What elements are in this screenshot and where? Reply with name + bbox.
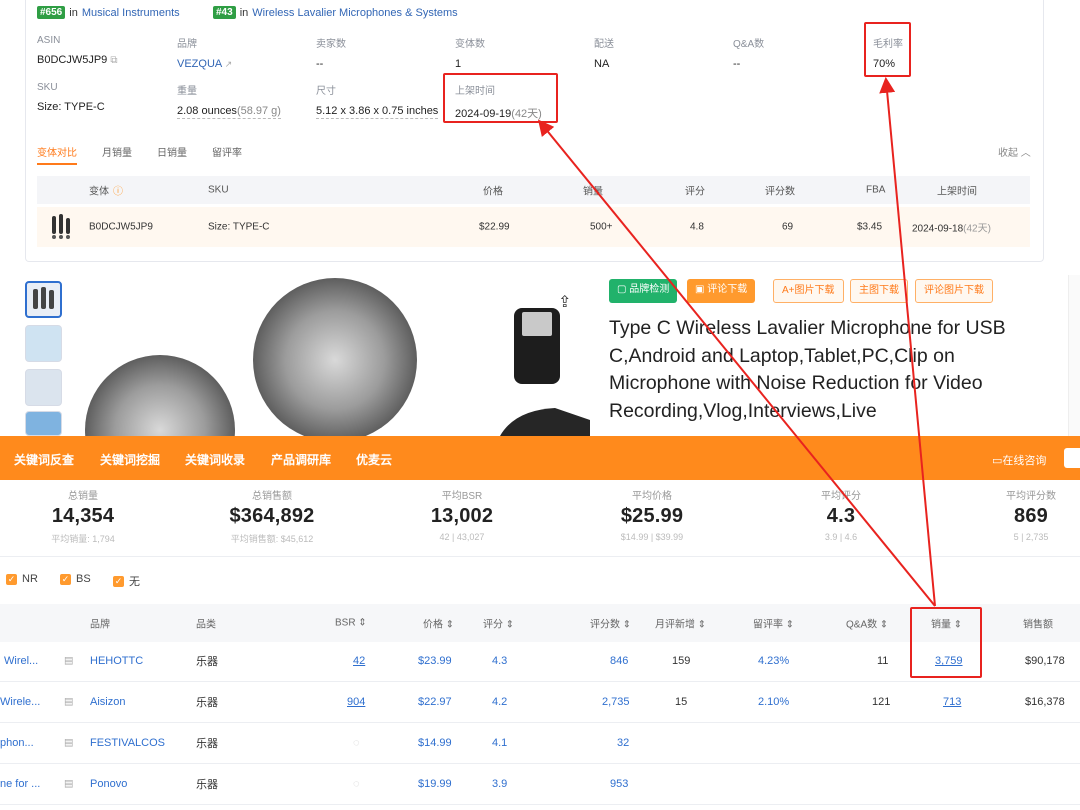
arrow-to-launch-date xyxy=(537,119,936,607)
arrow-to-margin xyxy=(879,76,936,607)
annotation-arrows xyxy=(537,76,936,607)
